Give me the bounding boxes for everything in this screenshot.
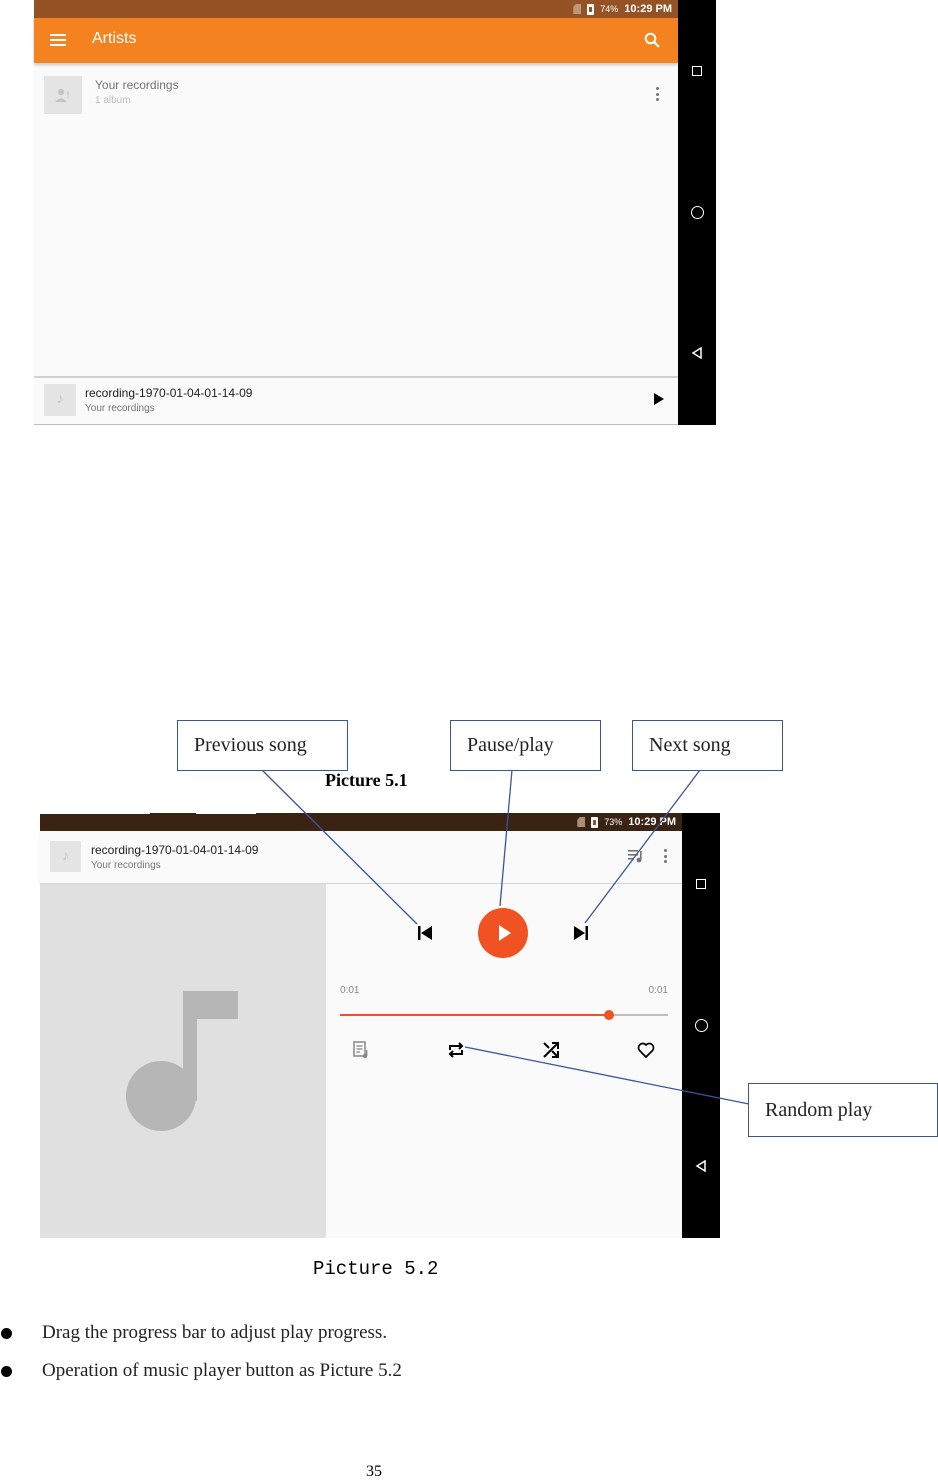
progress-thumb[interactable] <box>603 1010 614 1020</box>
next-button[interactable] <box>573 926 589 940</box>
more-options-icon[interactable] <box>656 87 660 101</box>
status-time: 10:29 PM <box>628 816 676 828</box>
page-number: 35 <box>366 1463 382 1480</box>
playlist-icon[interactable] <box>352 1041 370 1059</box>
queue-icon[interactable] <box>628 849 644 863</box>
previous-button[interactable] <box>417 926 433 940</box>
player-controls: 0:01 0:01 <box>326 884 682 1238</box>
progress-fill <box>340 1013 609 1016</box>
shuffle-icon[interactable] <box>542 1041 560 1059</box>
bullet-dot <box>1 1327 12 1339</box>
favorite-icon[interactable] <box>637 1041 655 1059</box>
more-options-icon[interactable] <box>664 849 668 863</box>
artist-placeholder-icon <box>44 76 82 114</box>
bullet-text: Operation of music player button as Pict… <box>42 1360 402 1381</box>
callout-next-song: Next song <box>632 720 783 771</box>
callout-random-play: Random play <box>748 1083 938 1137</box>
screenshot-artists: 74% 10:29 PM Artists Your recordings 1 a… <box>34 0 716 425</box>
callout-previous-song: Previous song <box>177 720 348 771</box>
player-screen: 73% 10:29 PM ♪ recording-1970-01-04-01-1… <box>40 813 682 1238</box>
music-note-icon <box>126 991 238 1131</box>
page-title: Artists <box>92 30 137 47</box>
artist-name: Your recordings <box>95 78 179 92</box>
recents-icon[interactable] <box>692 66 702 76</box>
bullet-item: Operation of music player button as Pict… <box>0 1360 402 1382</box>
battery-percent: 73% <box>604 817 623 827</box>
no-sim-icon <box>577 817 586 827</box>
artists-screen: 74% 10:29 PM Artists Your recordings 1 a… <box>34 0 678 425</box>
caption-picture-5-1: Picture 5.1 <box>325 770 408 790</box>
bullet-text: Drag the progress bar to adjust play pro… <box>42 1322 388 1343</box>
repeat-icon[interactable] <box>447 1041 465 1059</box>
screenshot-player: 73% 10:29 PM ♪ recording-1970-01-04-01-1… <box>40 813 720 1238</box>
callout-pause-play: Pause/play <box>450 720 601 771</box>
home-icon[interactable] <box>695 1019 708 1032</box>
now-playing-bar[interactable]: ♪ recording-1970-01-04-01-14-09 Your rec… <box>34 376 678 425</box>
back-icon[interactable] <box>695 1160 707 1172</box>
hamburger-icon[interactable] <box>50 34 66 46</box>
now-playing-subtitle: Your recordings <box>85 403 155 414</box>
caption-picture-5-2: Picture 5.2 <box>313 1258 439 1280</box>
status-bar: 74% 10:29 PM <box>34 0 678 18</box>
status-bar: 73% 10:29 PM <box>40 813 682 831</box>
status-time: 10:29 PM <box>624 3 672 15</box>
music-note-icon: ♪ <box>50 841 81 872</box>
no-sim-icon <box>573 4 582 14</box>
recents-icon[interactable] <box>696 879 706 889</box>
album-art <box>40 884 327 1238</box>
track-title: recording-1970-01-04-01-14-09 <box>91 843 259 857</box>
back-icon[interactable] <box>691 347 703 359</box>
music-note-icon: ♪ <box>44 384 76 416</box>
progress-bar[interactable] <box>340 1008 668 1022</box>
track-artist: Your recordings <box>91 860 161 871</box>
battery-icon <box>591 816 599 828</box>
nav-bar <box>678 0 716 425</box>
player-toolbar: ♪ recording-1970-01-04-01-14-09 Your rec… <box>40 831 682 884</box>
battery-icon <box>587 3 595 15</box>
battery-percent: 74% <box>600 4 619 14</box>
list-item-artist[interactable]: Your recordings 1 album <box>34 65 678 121</box>
bullet-item: Drag the progress bar to adjust play pro… <box>0 1322 387 1344</box>
nav-bar <box>682 813 720 1238</box>
search-icon[interactable] <box>644 32 660 48</box>
elapsed-time: 0:01 <box>340 985 360 996</box>
bullet-dot <box>1 1365 12 1377</box>
now-playing-title: recording-1970-01-04-01-14-09 <box>85 386 253 400</box>
artist-album-count: 1 album <box>95 95 131 106</box>
app-bar: Artists <box>34 18 678 63</box>
play-icon[interactable] <box>654 393 664 405</box>
home-icon[interactable] <box>691 206 704 219</box>
total-time: 0:01 <box>648 985 668 996</box>
play-button[interactable] <box>478 908 528 958</box>
